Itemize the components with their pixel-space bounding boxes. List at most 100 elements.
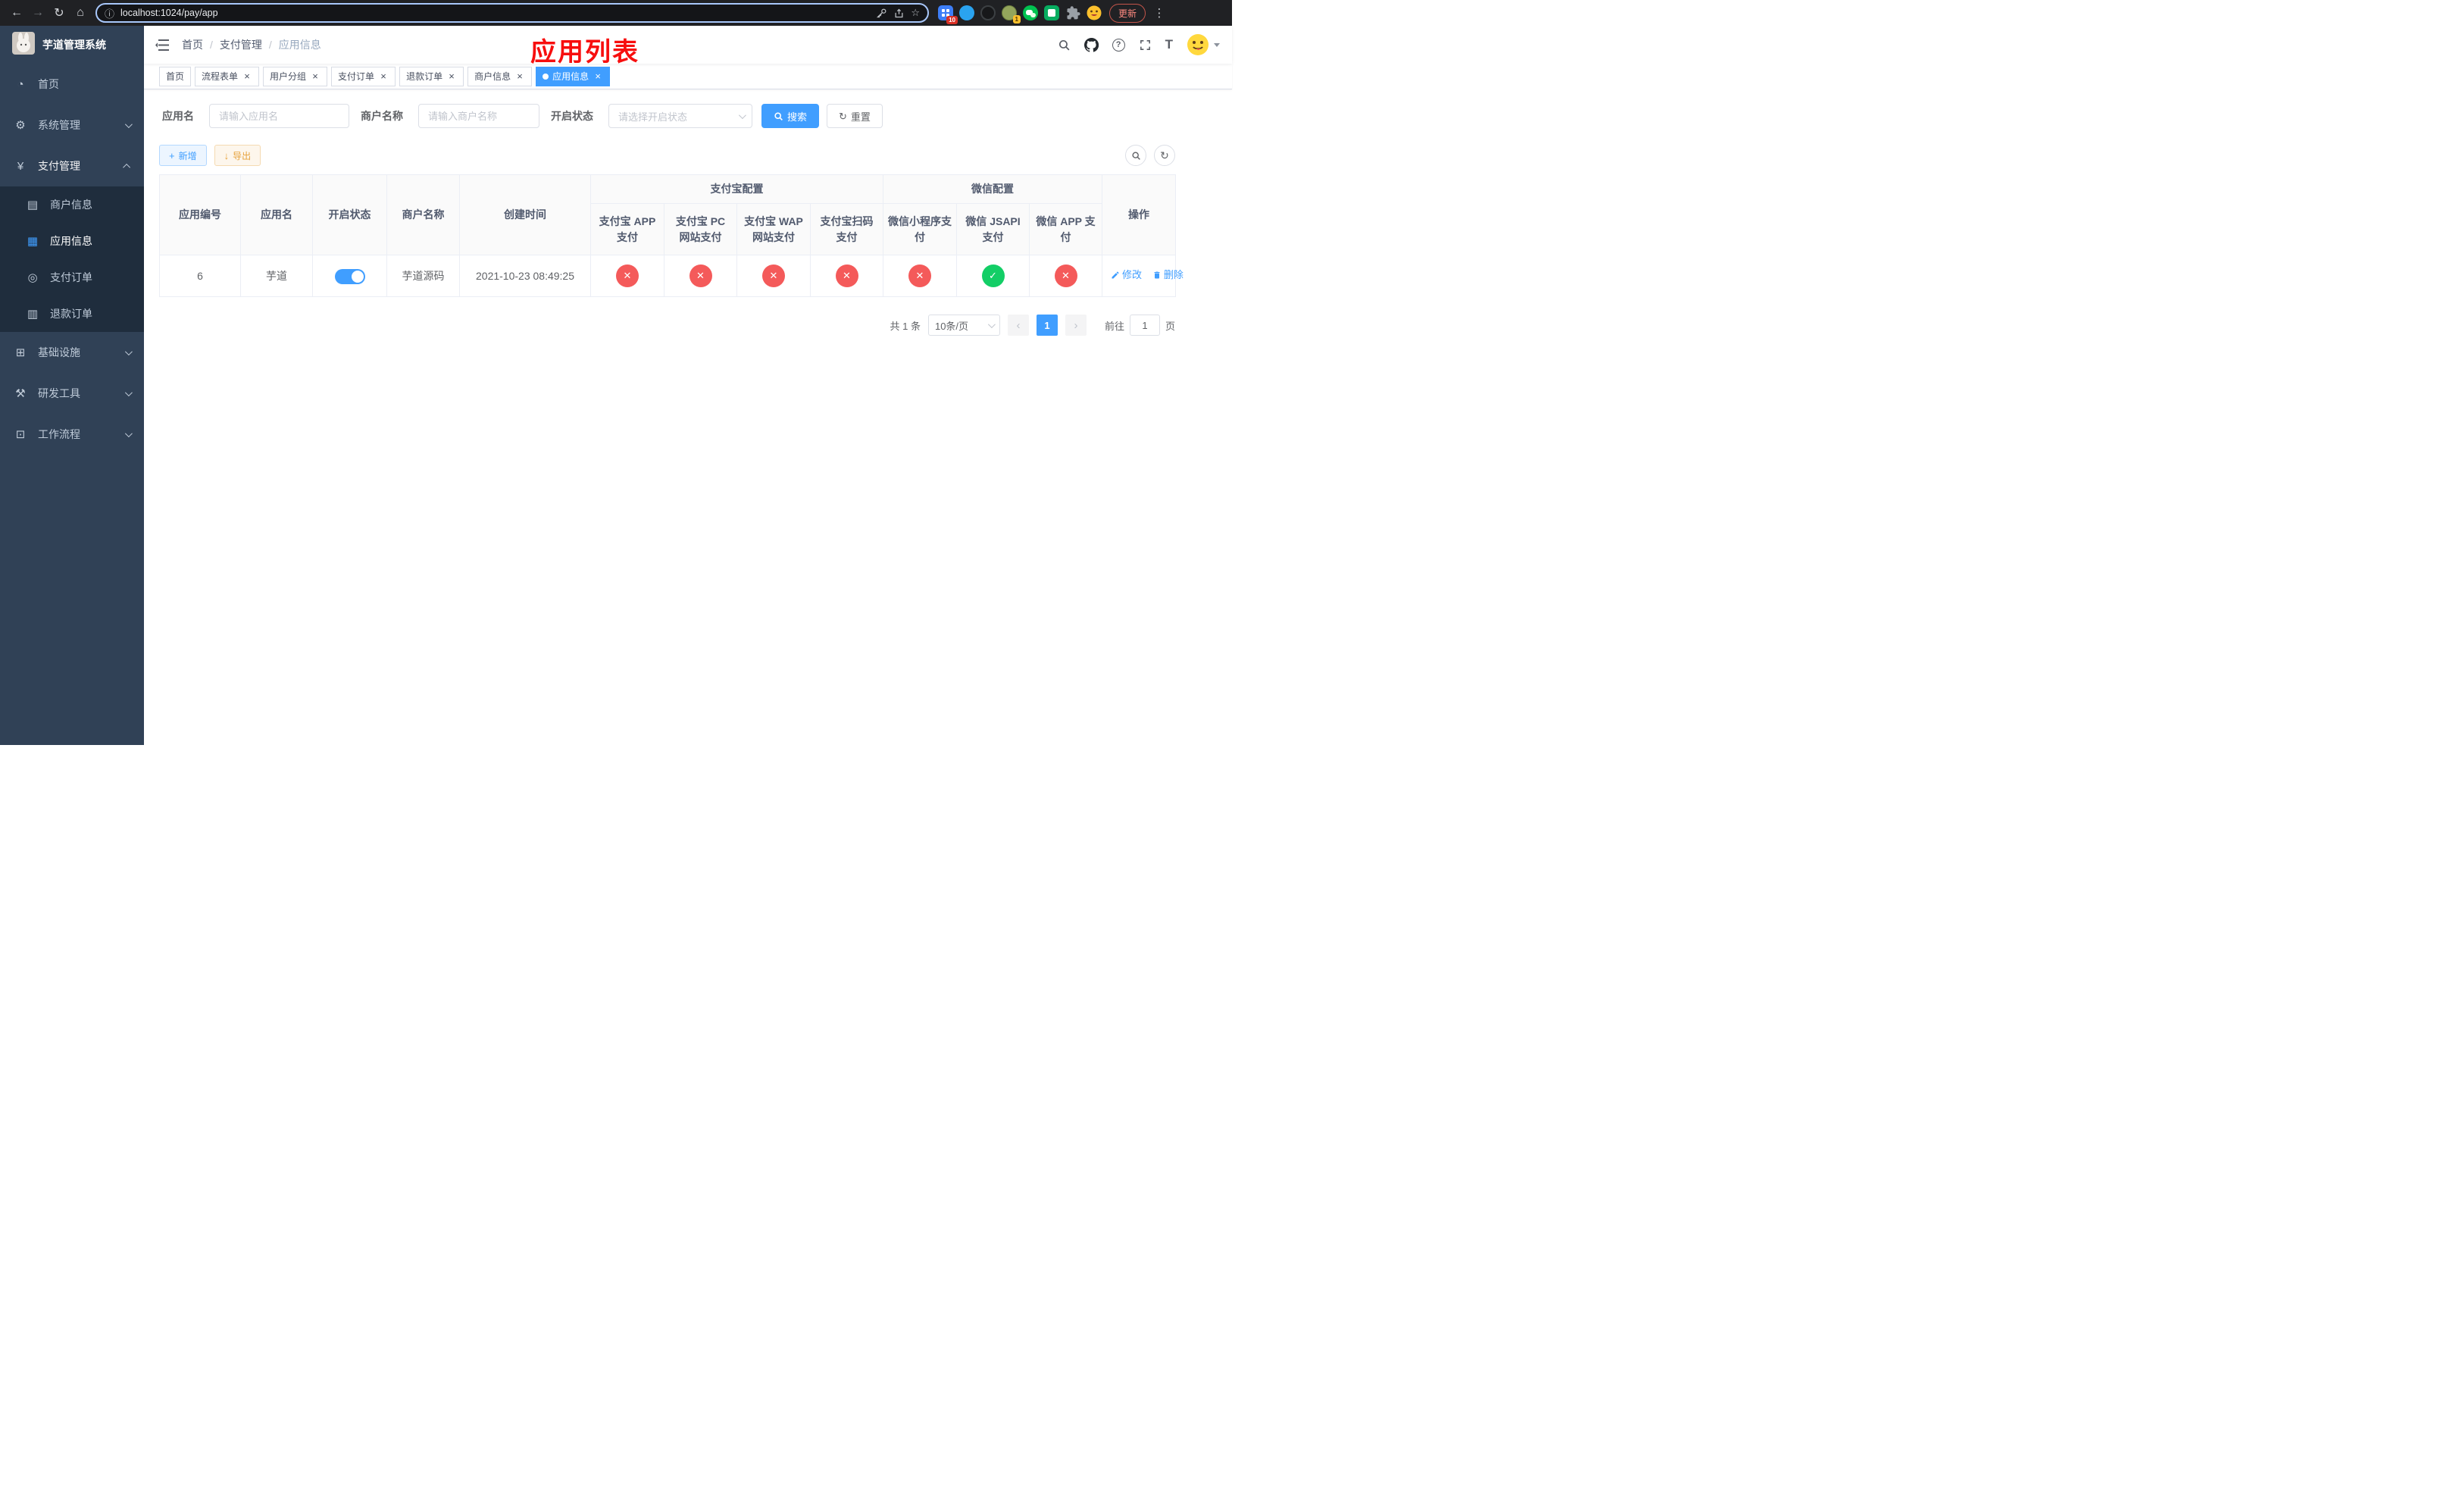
tab-app-info[interactable]: 应用信息 × <box>536 66 611 86</box>
tab-process-form[interactable]: 流程表单 × <box>195 66 260 86</box>
goto-prefix: 前往 <box>1104 320 1124 332</box>
goto-page-input[interactable] <box>1129 315 1160 336</box>
sidebar-item-system[interactable]: ⚙ 系统管理 <box>0 105 144 146</box>
sidebar-item-home[interactable]: ◔ 首页 <box>0 64 144 105</box>
toggle-search-button[interactable] <box>1125 145 1146 166</box>
site-info-icon[interactable]: ⓘ <box>105 6 114 20</box>
tab-pay-orders[interactable]: 支付订单 × <box>331 66 396 86</box>
forward-button[interactable]: → <box>27 2 48 23</box>
main-panel: 首页 / 支付管理 / 应用信息 ? T 首页 流程表单 × 用户分组 × 支付… <box>144 26 1232 745</box>
browser-menu-icon[interactable]: ⋮ <box>1149 2 1170 23</box>
extension-avatar-icon[interactable]: 1 <box>1002 5 1021 23</box>
breadcrumb-payment[interactable]: 支付管理 <box>220 37 262 52</box>
reload-button[interactable]: ↻ <box>48 2 70 23</box>
extension-grid-icon[interactable]: 10 <box>938 5 958 24</box>
col-header-alipay-app: 支付宝 APP 支付 <box>590 203 664 255</box>
profile-emoji-icon[interactable] <box>1087 5 1102 20</box>
close-icon[interactable]: × <box>593 70 603 82</box>
close-icon[interactable]: × <box>242 70 252 82</box>
fullscreen-icon[interactable] <box>1139 39 1152 52</box>
search-icon[interactable] <box>1058 39 1071 52</box>
export-button[interactable]: ↓ 导出 <box>214 145 261 166</box>
table-quick-actions: ↻ <box>1125 145 1175 166</box>
share-icon[interactable] <box>893 8 905 19</box>
page-size-select[interactable]: 10条/页 <box>927 315 1000 336</box>
goto-suffix: 页 <box>1165 320 1175 332</box>
sidebar-item-infrastructure[interactable]: ⊞ 基础设施 <box>0 332 144 373</box>
sidebar-item-pay-orders[interactable]: ◎ 支付订单 <box>0 259 144 296</box>
col-header-merchant: 商户名称 <box>386 174 460 255</box>
col-header-alipay-qr: 支付宝扫码支付 <box>810 203 883 255</box>
font-size-icon[interactable]: T <box>1165 37 1173 52</box>
app-name-input[interactable] <box>209 104 349 128</box>
breadcrumb-separator: / <box>210 39 213 51</box>
tab-home[interactable]: 首页 <box>159 66 192 86</box>
breadcrumb: 首页 / 支付管理 / 应用信息 <box>182 37 321 52</box>
col-header-app-name: 应用名 <box>240 174 313 255</box>
edit-button[interactable]: 修改 <box>1111 268 1142 283</box>
chevron-down-icon <box>738 111 746 119</box>
add-button[interactable]: + 新增 <box>159 145 207 166</box>
tab-user-group[interactable]: 用户分组 × <box>263 66 328 86</box>
extension-drop-icon[interactable] <box>959 5 974 20</box>
cell-app-id: 6 <box>159 255 241 297</box>
close-icon[interactable]: × <box>378 70 389 82</box>
url-text[interactable]: localhost:1024/pay/app <box>120 8 870 18</box>
close-icon[interactable]: × <box>446 70 457 82</box>
sidebar-item-workflow[interactable]: ⊡ 工作流程 <box>0 414 144 455</box>
help-icon[interactable]: ? <box>1112 38 1125 52</box>
sidebar-item-refund-orders[interactable]: ▥ 退款订单 <box>0 296 144 332</box>
filter-form: 应用名 商户名称 开启状态 请选择开启状态 搜索 ↻ 重置 <box>159 104 1232 128</box>
sidebar-item-merchant-info[interactable]: ▤ 商户信息 <box>0 186 144 223</box>
sidebar-item-dev-tools[interactable]: ⚒ 研发工具 <box>0 373 144 414</box>
browser-update-button[interactable]: 更新 <box>1109 3 1146 23</box>
sidebar-item-payment[interactable]: ¥ 支付管理 <box>0 146 144 186</box>
search-button[interactable]: 搜索 <box>761 104 820 128</box>
col-header-created: 创建时间 <box>459 174 591 255</box>
prev-page-button[interactable]: ‹ <box>1007 315 1029 336</box>
github-icon[interactable] <box>1083 37 1099 52</box>
chevron-down-icon <box>124 347 133 355</box>
refresh-table-button[interactable]: ↻ <box>1154 145 1175 166</box>
delete-button[interactable]: 删除 <box>1152 268 1184 283</box>
browser-window: ← → ↻ ⌂ ⓘ localhost:1024/pay/app ☆ 10 1 … <box>0 0 1232 745</box>
extension-dark-icon[interactable] <box>980 5 996 20</box>
reset-button[interactable]: ↻ 重置 <box>827 104 883 128</box>
cell-created: 2021-10-23 08:49:25 <box>459 255 591 297</box>
extension-wechat-icon[interactable] <box>1023 5 1038 20</box>
alipay-pc-status-icon: ✕ <box>689 265 712 287</box>
dashboard-icon: ◔ <box>17 77 24 91</box>
tab-merchant-info[interactable]: 商户信息 × <box>467 66 533 86</box>
user-avatar[interactable] <box>1187 33 1220 56</box>
extension-badge: 1 <box>1012 15 1021 23</box>
app-logo: 芋道管理系统 <box>0 26 144 64</box>
bookmark-star-icon[interactable]: ☆ <box>911 7 920 19</box>
merchant-name-label: 商户名称 <box>361 110 403 122</box>
back-button[interactable]: ← <box>6 2 27 23</box>
refund-icon: ▥ <box>27 308 39 321</box>
browser-toolbar: ← → ↻ ⌂ ⓘ localhost:1024/pay/app ☆ 10 1 … <box>0 0 1232 26</box>
address-bar[interactable]: ⓘ localhost:1024/pay/app ☆ <box>95 3 929 23</box>
extensions-puzzle-icon[interactable] <box>1065 5 1080 20</box>
sidebar-toggle-icon[interactable] <box>144 39 180 51</box>
breadcrumb-home[interactable]: 首页 <box>182 37 203 52</box>
chevron-down-icon <box>124 388 133 396</box>
next-page-button[interactable]: › <box>1065 315 1087 336</box>
top-navbar: 首页 / 支付管理 / 应用信息 ? T <box>144 26 1232 64</box>
col-header-wechat-mini: 微信小程序支付 <box>883 203 957 255</box>
home-button[interactable]: ⌂ <box>70 2 91 23</box>
sidebar-item-app-info[interactable]: ▦ 应用信息 <box>0 223 144 259</box>
status-select[interactable]: 请选择开启状态 <box>608 104 752 128</box>
order-icon: ◎ <box>27 271 38 284</box>
enabled-toggle[interactable] <box>334 268 365 284</box>
infrastructure-icon: ⊞ <box>15 346 26 359</box>
download-icon: ↓ <box>224 149 230 161</box>
close-icon[interactable]: × <box>514 70 525 82</box>
merchant-name-input[interactable] <box>418 104 539 128</box>
extension-book-icon[interactable] <box>1044 5 1059 20</box>
caret-down-icon <box>1214 42 1220 47</box>
tab-refund-orders[interactable]: 退款订单 × <box>399 66 464 86</box>
password-key-icon[interactable] <box>876 8 887 19</box>
current-page-button[interactable]: 1 <box>1036 315 1058 336</box>
close-icon[interactable]: × <box>310 70 321 82</box>
